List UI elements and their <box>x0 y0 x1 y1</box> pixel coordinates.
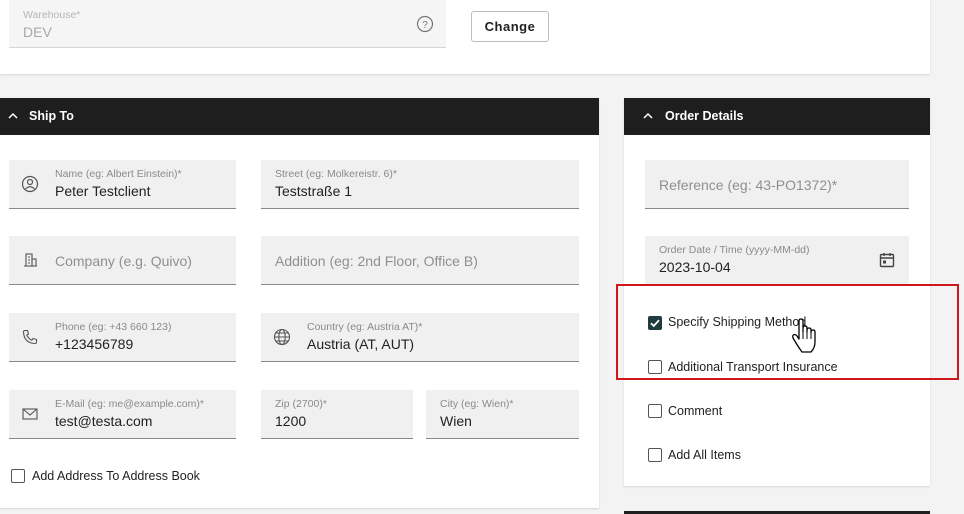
order-date-field[interactable]: Order Date / Time (yyyy-MM-dd) 2023-10-0… <box>645 236 909 285</box>
comment-checkbox[interactable] <box>648 404 662 418</box>
chevron-up-icon <box>643 112 653 119</box>
order-date-label: Order Date / Time (yyyy-MM-dd) <box>659 244 810 256</box>
building-icon <box>24 253 37 267</box>
add-address-book-label: Add Address To Address Book <box>32 469 200 483</box>
order-date-value: 2023-10-04 <box>659 259 731 275</box>
street-label: Street (eg: Molkereistr. 6)* <box>275 168 397 180</box>
hand-cursor-icon <box>792 318 816 353</box>
company-field[interactable]: Company (e.g. Quivo) <box>9 236 236 285</box>
order-details-title: Order Details <box>665 109 744 123</box>
street-field[interactable]: Street (eg: Molkereistr. 6)* Teststraße … <box>261 160 579 209</box>
name-value: Peter Testclient <box>55 183 151 199</box>
chevron-up-icon <box>8 112 18 119</box>
phone-label: Phone (eg: +43 660 123) <box>55 321 172 333</box>
svg-text:?: ? <box>422 20 428 31</box>
help-icon[interactable]: ? <box>416 15 434 33</box>
change-warehouse-button[interactable]: Change <box>471 11 549 42</box>
comment-label: Comment <box>668 404 723 418</box>
add-all-items-checkbox[interactable] <box>648 448 662 462</box>
warehouse-label: Warehouse* <box>23 9 81 21</box>
name-label: Name (eg: Albert Einstein)* <box>55 168 182 180</box>
warehouse-field[interactable]: Warehouse* DEV ? <box>9 0 446 48</box>
add-all-items-label: Add All Items <box>668 448 741 462</box>
user-circle-icon <box>21 175 39 193</box>
company-placeholder: Company (e.g. Quivo) <box>55 253 192 269</box>
ship-to-title: Ship To <box>29 109 74 123</box>
warehouse-card: Warehouse* DEV ? Change <box>0 0 930 74</box>
warehouse-value: DEV <box>23 24 52 40</box>
country-label: Country (eg: Austria AT)* <box>307 321 423 333</box>
email-label: E-Mail (eg: me@example.com)* <box>55 398 204 410</box>
street-value: Teststraße 1 <box>275 183 353 199</box>
zip-value: 1200 <box>275 413 307 429</box>
zip-field[interactable]: Zip (2700)* 1200 <box>261 390 413 439</box>
city-label: City (eg: Wien)* <box>440 398 514 410</box>
addition-field[interactable]: Addition (eg: 2nd Floor, Office B) <box>261 236 579 285</box>
ship-to-header[interactable]: Ship To <box>0 98 599 135</box>
phone-icon <box>22 329 38 345</box>
zip-label: Zip (2700)* <box>275 398 327 410</box>
ship-to-card: Ship To Name (eg: Albert Einstein)* Pete… <box>0 98 599 508</box>
mail-icon <box>22 408 38 420</box>
name-field[interactable]: Name (eg: Albert Einstein)* Peter Testcl… <box>9 160 236 209</box>
reference-field[interactable]: Reference (eg: 43-PO1372)* <box>645 160 909 209</box>
phone-field[interactable]: Phone (eg: +43 660 123) +123456789 <box>9 313 236 362</box>
order-details-header[interactable]: Order Details <box>624 98 930 135</box>
email-value: test@testa.com <box>55 413 153 429</box>
globe-icon <box>273 328 291 346</box>
country-value: Austria (AT, AUT) <box>307 336 415 352</box>
addition-placeholder: Addition (eg: 2nd Floor, Office B) <box>275 253 478 269</box>
add-address-book-checkbox[interactable] <box>11 469 25 483</box>
calendar-icon[interactable] <box>878 251 896 269</box>
reference-placeholder: Reference (eg: 43-PO1372)* <box>659 177 838 193</box>
email-field[interactable]: E-Mail (eg: me@example.com)* test@testa.… <box>9 390 236 439</box>
phone-value: +123456789 <box>55 336 134 352</box>
highlight-box <box>616 284 959 380</box>
city-value: Wien <box>440 413 472 429</box>
country-field[interactable]: Country (eg: Austria AT)* Austria (AT, A… <box>261 313 579 362</box>
city-field[interactable]: City (eg: Wien)* Wien <box>426 390 579 439</box>
